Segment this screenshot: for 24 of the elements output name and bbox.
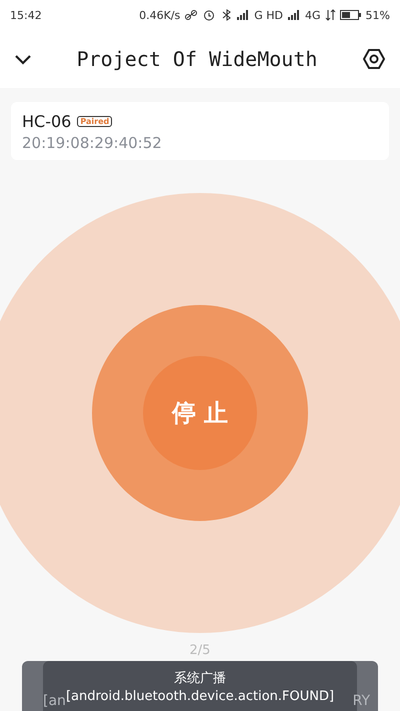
network-speed: 0.46K/s xyxy=(139,8,180,22)
toast-text: [an xyxy=(43,693,66,709)
device-name: HC-06 xyxy=(22,112,72,131)
signal-icon xyxy=(236,9,250,21)
clock: 15:42 xyxy=(10,8,42,22)
paired-badge: Paired xyxy=(77,116,112,127)
toast-text: RY xyxy=(352,693,370,709)
page-title: Project Of WideMouth xyxy=(76,47,318,71)
battery-percent: 51% xyxy=(366,8,390,22)
toast-text: [android.bluetooth.device.action.FOUND] xyxy=(66,688,334,704)
alarm-icon xyxy=(202,9,216,21)
device-card[interactable]: HC-06 Paired 20:19:08:29:40:52 xyxy=(11,102,389,160)
settings-icon[interactable] xyxy=(362,47,386,71)
signal-icon xyxy=(287,9,302,21)
toast-text: 系统广播 xyxy=(174,670,226,686)
battery-icon xyxy=(340,9,362,21)
page-indicator: 2/5 xyxy=(188,643,212,658)
data-arrows-icon xyxy=(324,9,336,21)
network-type: G HD xyxy=(254,8,284,22)
chevron-down-icon[interactable] xyxy=(14,53,32,65)
link-icon xyxy=(184,9,198,21)
device-address: 20:19:08:29:40:52 xyxy=(22,134,163,152)
network-type: 4G xyxy=(305,8,321,22)
bluetooth-icon xyxy=(220,9,232,21)
